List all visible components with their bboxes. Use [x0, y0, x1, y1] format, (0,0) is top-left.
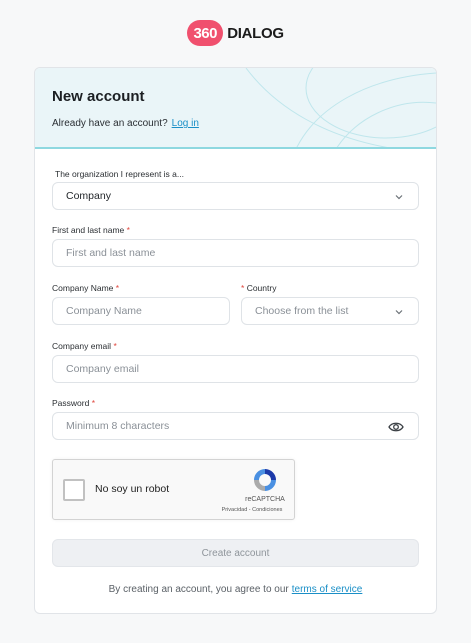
- login-link[interactable]: Log in: [172, 118, 199, 129]
- required-mark: *: [126, 225, 130, 235]
- page-title: New account: [52, 88, 145, 105]
- name-label: First and last name *: [52, 225, 130, 235]
- recaptcha-widget: No soy un robot reCAPTCHA Privacidad - C…: [52, 459, 295, 520]
- company-name-label: Company Name *: [52, 283, 119, 293]
- logo-badge: 360: [187, 20, 224, 46]
- password-label: Password *: [52, 398, 95, 408]
- required-mark: *: [113, 341, 117, 351]
- logo-text: DIALOG: [227, 24, 284, 42]
- company-email-input[interactable]: Company email: [52, 355, 419, 383]
- name-input[interactable]: First and last name: [52, 239, 419, 267]
- card-header: New account Already have an account? Log …: [35, 68, 436, 149]
- logo: 360 DIALOG: [0, 20, 471, 46]
- login-prompt-text: Already have an account?: [52, 118, 168, 129]
- recaptcha-icon: [254, 469, 276, 491]
- password-label-text: Password: [52, 398, 90, 408]
- company-name-input[interactable]: Company Name: [52, 297, 230, 325]
- org-type-select[interactable]: Company: [52, 182, 419, 210]
- company-email-label: Company email *: [52, 341, 117, 351]
- terms-text: By creating an account, you agree to our: [108, 584, 289, 595]
- country-label-text: Country: [246, 283, 277, 293]
- country-placeholder: Choose from the list: [255, 305, 349, 317]
- signup-card: New account Already have an account? Log …: [34, 67, 437, 614]
- name-placeholder: First and last name: [66, 247, 156, 259]
- recaptcha-label: No soy un robot: [95, 483, 170, 495]
- terms-link[interactable]: terms of service: [292, 584, 363, 595]
- header-decoration: [245, 68, 436, 147]
- recaptcha-checkbox[interactable]: [63, 479, 85, 501]
- terms-notice: By creating an account, you agree to our…: [35, 584, 436, 595]
- company-name-placeholder: Company Name: [66, 305, 142, 317]
- chevron-down-icon: [395, 195, 403, 200]
- eye-icon[interactable]: [388, 420, 404, 434]
- required-mark: *: [91, 398, 96, 408]
- country-select[interactable]: Choose from the list: [241, 297, 419, 325]
- required-mark: *: [241, 283, 245, 293]
- password-placeholder: Minimum 8 characters: [66, 420, 170, 432]
- company-email-label-text: Company email: [52, 341, 112, 351]
- chevron-down-icon: [395, 310, 403, 315]
- org-type-label: The organization I represent is a...: [55, 169, 184, 179]
- name-label-text: First and last name: [52, 225, 125, 235]
- company-email-placeholder: Company email: [66, 363, 139, 375]
- company-name-label-text: Company Name: [52, 283, 114, 293]
- password-input[interactable]: Minimum 8 characters: [52, 412, 419, 440]
- login-prompt: Already have an account? Log in: [52, 118, 199, 129]
- create-account-button[interactable]: Create account: [52, 539, 419, 567]
- country-label: * Country: [241, 283, 276, 293]
- recaptcha-links[interactable]: Privacidad - Condiciones: [209, 507, 295, 513]
- required-mark: *: [115, 283, 120, 293]
- recaptcha-brand: reCAPTCHA: [245, 496, 285, 503]
- org-type-value: Company: [66, 190, 111, 202]
